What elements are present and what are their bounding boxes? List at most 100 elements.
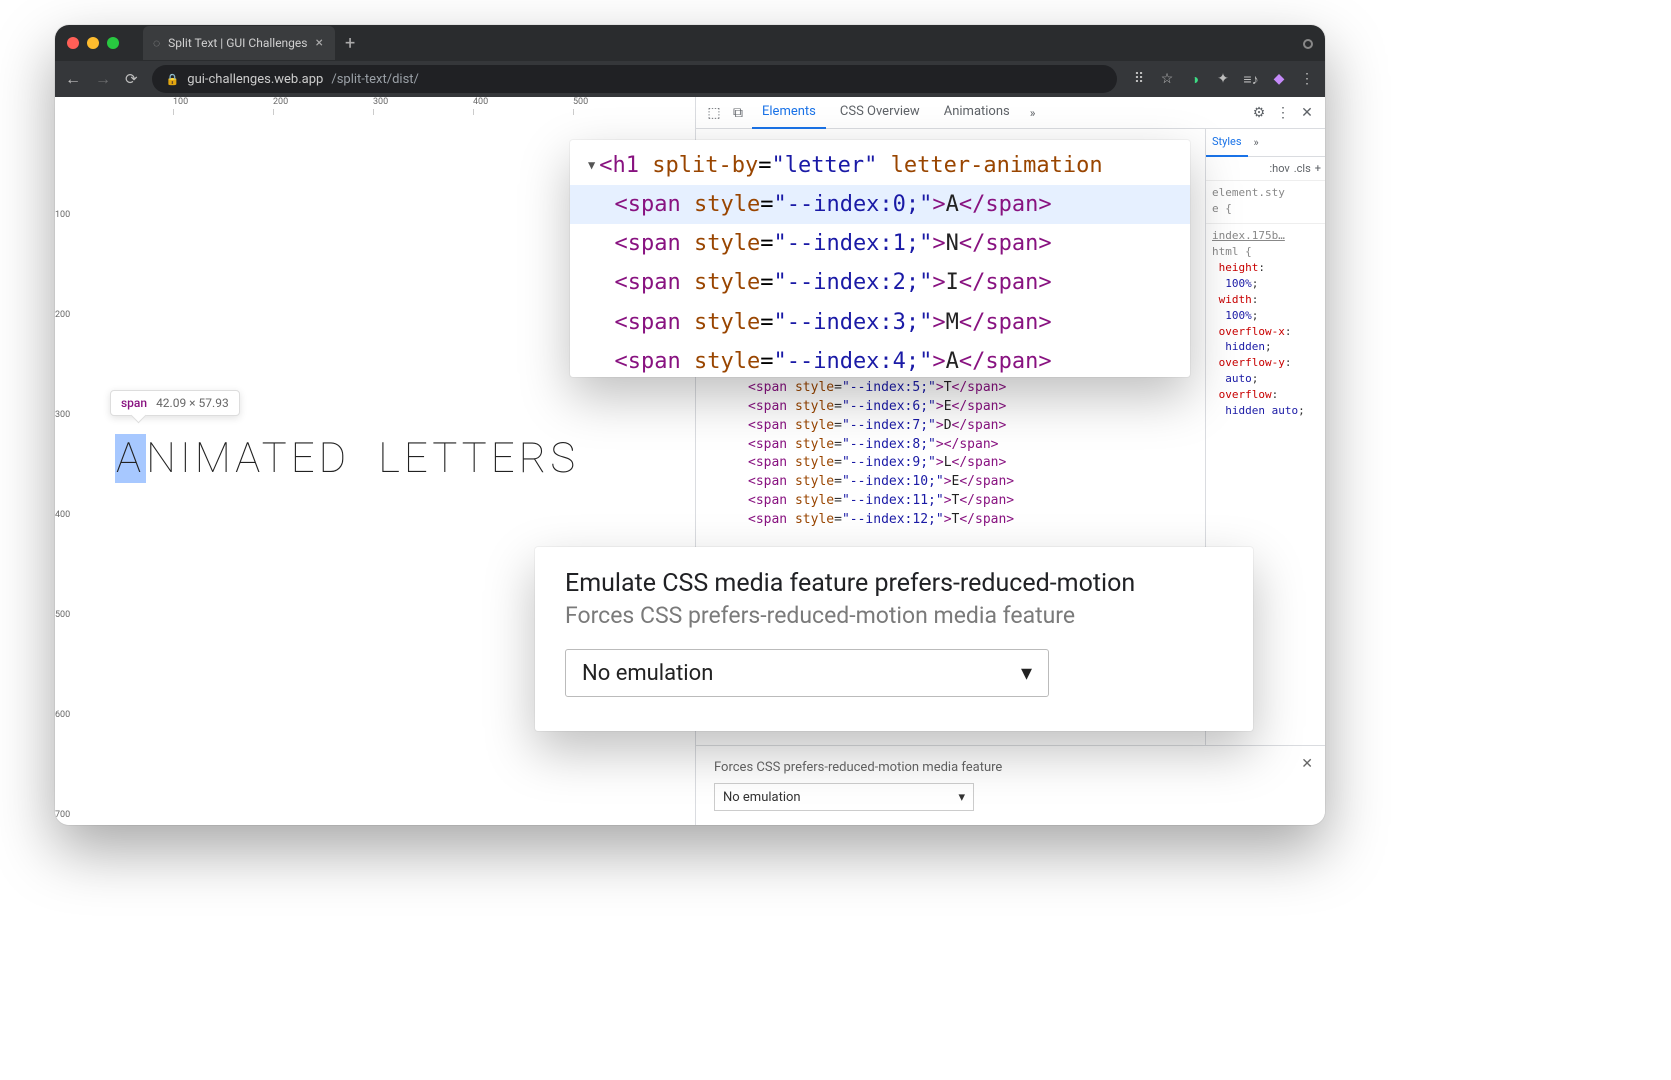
dom-node[interactable]: <span style="--index:12;">T</span>	[696, 511, 1205, 530]
tab-styles[interactable]: Styles	[1206, 129, 1248, 157]
page-heading: ANIMATED LETTERS	[115, 434, 579, 483]
heading-letter	[350, 434, 378, 483]
css-declaration[interactable]: overflow-y: auto;	[1212, 355, 1319, 387]
dom-node-h1[interactable]: ▼<h1 split-by="letter" letter-animation	[588, 146, 1172, 185]
ruler-tick: 700	[55, 810, 70, 820]
ruler-tick: 400	[55, 510, 70, 520]
dom-node[interactable]: <span style="--index:6;">E</span>	[696, 398, 1205, 417]
device-toolbar-icon[interactable]: ⧉	[728, 105, 748, 121]
reduced-motion-select[interactable]: No emulation ▾	[714, 783, 974, 811]
styles-filter-row: :hov .cls +	[1206, 157, 1325, 181]
toolbar-right: ⠿ ☆ ◑ ✦ ≡♪ ◆ ⋮	[1131, 71, 1315, 87]
dom-node[interactable]: <span style="--index:3;">M</span>	[588, 303, 1172, 342]
more-tabs-icon[interactable]: »	[1024, 106, 1042, 120]
drawer-subtitle: Forces CSS prefers-reduced-motion media …	[714, 760, 1307, 775]
heading-letter: A	[235, 434, 261, 483]
dom-node[interactable]: <span style="--index:10;">E</span>	[696, 473, 1205, 492]
styles-rules[interactable]: element.sty e { index.175b… html { heigh…	[1206, 181, 1325, 429]
forward-button[interactable]: →	[95, 69, 111, 89]
inspect-element-icon[interactable]: ⬚	[704, 105, 724, 121]
css-declaration[interactable]: overflow: hidden auto;	[1212, 387, 1319, 419]
title-bar: ◌ Split Text | GUI Challenges × +	[55, 25, 1325, 61]
bookmark-star-icon[interactable]: ☆	[1159, 71, 1175, 87]
css-declaration[interactable]: width: 100%;	[1212, 292, 1319, 324]
lock-icon: 🔒	[166, 73, 180, 86]
hov-toggle[interactable]: :hov	[1269, 162, 1289, 175]
ruler-tick: 100	[173, 97, 188, 107]
url-host: gui-challenges.web.app	[187, 72, 323, 87]
css-declaration[interactable]: overflow-x: hidden;	[1212, 324, 1319, 356]
tab-animations[interactable]: Animations	[934, 97, 1020, 129]
cls-toggle[interactable]: .cls	[1294, 162, 1311, 175]
zoom-drawer-card: Emulate CSS media feature prefers-reduce…	[535, 547, 1253, 731]
new-style-rule-icon[interactable]: +	[1315, 162, 1321, 175]
ruler-vertical: 100200300400500600700800	[55, 115, 73, 825]
translate-icon[interactable]: ⠿	[1131, 71, 1147, 87]
dom-node[interactable]: <span style="--index:11;">T</span>	[696, 492, 1205, 511]
element-style-label: element.sty	[1212, 186, 1285, 199]
dom-node[interactable]: <span style="--index:8;"></span>	[696, 436, 1205, 455]
close-window-icon[interactable]	[67, 37, 79, 49]
dom-node[interactable]: <span style="--index:0;">A</span>	[570, 185, 1190, 224]
url-path: /split-text/dist/	[331, 72, 419, 87]
account-indicator-icon[interactable]	[1303, 39, 1313, 49]
zoom-drawer-title: Emulate CSS media feature prefers-reduce…	[565, 569, 1223, 598]
heading-letter: D	[319, 434, 350, 483]
more-styles-tabs-icon[interactable]: »	[1248, 136, 1265, 149]
browser-tab[interactable]: ◌ Split Text | GUI Challenges ×	[143, 26, 335, 60]
heading-letter: E	[404, 434, 432, 483]
dom-node[interactable]: <span style="--index:5;">T</span>	[696, 379, 1205, 398]
rendering-drawer: ✕ Forces CSS prefers-reduced-motion medi…	[696, 745, 1325, 825]
element-style-brace: e {	[1212, 202, 1232, 215]
zoom-reduced-motion-select[interactable]: No emulation ▾	[565, 649, 1049, 697]
profile-avatar-icon[interactable]: ◆	[1271, 71, 1287, 87]
tab-elements[interactable]: Elements	[752, 97, 826, 129]
tab-title: Split Text | GUI Challenges	[168, 36, 307, 50]
close-tab-icon[interactable]: ×	[315, 35, 322, 51]
heading-letter: E	[291, 434, 319, 483]
heading-letter: T	[262, 434, 291, 483]
extension-icon[interactable]: ◑	[1187, 71, 1203, 87]
ruler-tick: 300	[373, 97, 388, 107]
dom-node[interactable]: <span style="--index:7;">D</span>	[696, 417, 1205, 436]
dom-node[interactable]: <span style="--index:2;">I</span>	[588, 263, 1172, 302]
heading-letter: N	[146, 434, 180, 483]
chevron-down-icon: ▾	[958, 790, 965, 805]
heading-letter: T	[432, 434, 461, 483]
element-inspect-tooltip: span 42.09 × 57.93	[110, 390, 240, 416]
minimize-window-icon[interactable]	[87, 37, 99, 49]
titlebar-right	[1303, 34, 1313, 53]
dom-node[interactable]: <span style="--index:9;">L</span>	[696, 454, 1205, 473]
devtools-tab-strip: ⬚ ⧉ Elements CSS Overview Animations » ⚙…	[696, 97, 1325, 129]
reload-button[interactable]: ⟳	[125, 70, 138, 88]
url-bar: ← → ⟳ 🔒 gui-challenges.web.app/split-tex…	[55, 61, 1325, 97]
stylesheet-link[interactable]: index.175b…	[1212, 229, 1285, 242]
heading-letter: I	[180, 434, 195, 483]
chevron-down-icon: ▾	[1021, 661, 1032, 686]
devtools-close-icon[interactable]: ✕	[1297, 105, 1317, 121]
heading-letter: A	[115, 434, 146, 483]
zoom-code-card: ▼<h1 split-by="letter" letter-animation …	[570, 140, 1190, 377]
devtools-kebab-icon[interactable]: ⋮	[1273, 105, 1293, 121]
maximize-window-icon[interactable]	[107, 37, 119, 49]
url-input[interactable]: 🔒 gui-challenges.web.app/split-text/dist…	[152, 65, 1117, 93]
heading-letter: T	[462, 434, 491, 483]
zoom-drawer-subtitle: Forces CSS prefers-reduced-motion media …	[565, 602, 1223, 629]
back-button[interactable]: ←	[65, 69, 81, 89]
kebab-menu-icon[interactable]: ⋮	[1299, 71, 1315, 87]
new-tab-button[interactable]: +	[345, 33, 355, 54]
ruler-tick: 500	[573, 97, 588, 107]
reading-list-icon[interactable]: ≡♪	[1243, 71, 1259, 87]
css-declaration[interactable]: height: 100%;	[1212, 260, 1319, 292]
settings-gear-icon[interactable]: ⚙	[1249, 105, 1269, 121]
heading-letter: R	[519, 434, 550, 483]
styles-tab-strip: Styles »	[1206, 129, 1325, 157]
extensions-puzzle-icon[interactable]: ✦	[1215, 71, 1231, 87]
tooltip-tag: span	[121, 396, 147, 410]
dom-node[interactable]: <span style="--index:4;">A</span>	[588, 342, 1172, 377]
tab-css-overview[interactable]: CSS Overview	[830, 97, 930, 129]
drawer-close-icon[interactable]: ✕	[1301, 756, 1313, 772]
dom-node[interactable]: <span style="--index:1;">N</span>	[588, 224, 1172, 263]
ruler-tick: 400	[473, 97, 488, 107]
traffic-lights	[67, 37, 119, 49]
